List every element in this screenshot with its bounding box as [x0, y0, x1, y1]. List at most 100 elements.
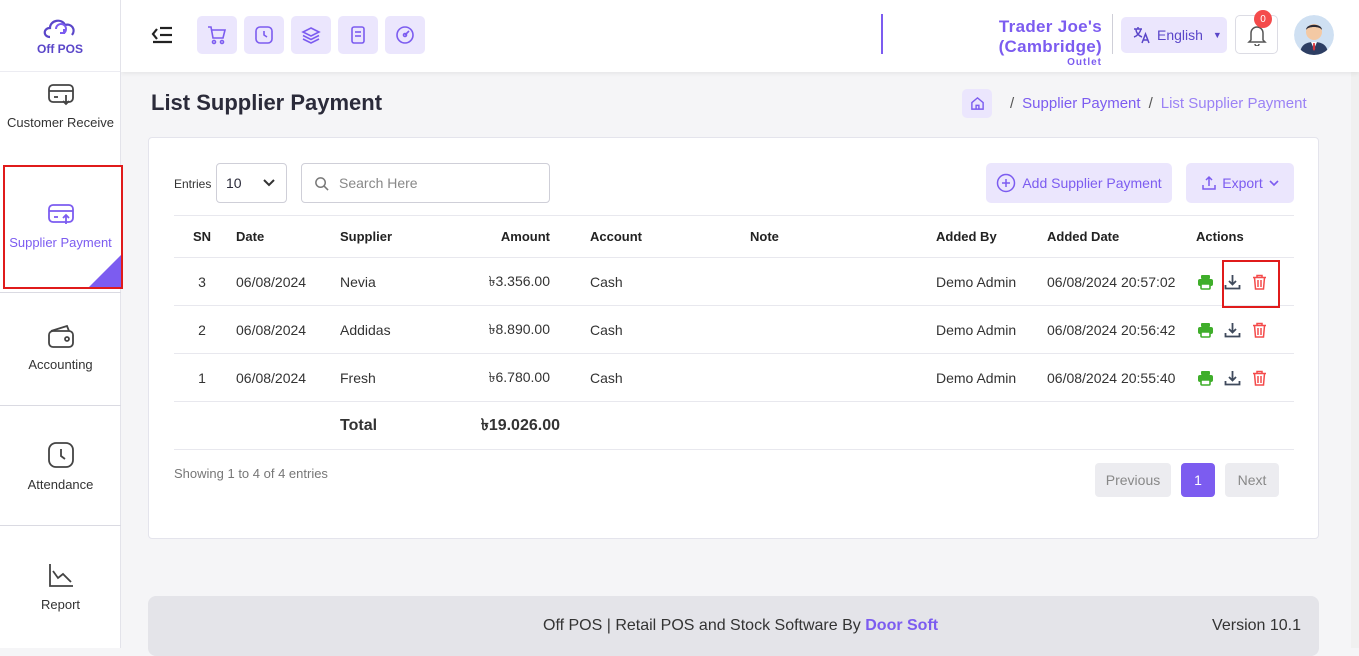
layers-icon: [301, 27, 321, 44]
cell-account: Cash: [560, 257, 720, 306]
user-avatar[interactable]: [1294, 15, 1334, 55]
top-header: Trader Joe's (Cambridge) Outlet English …: [121, 0, 1359, 72]
chevron-down-icon: ▼: [1212, 30, 1222, 40]
app-logo[interactable]: Off POS: [0, 0, 120, 72]
sidebar-item-attendance[interactable]: Attendance: [0, 441, 121, 492]
sidebar-item-label: Accounting: [28, 357, 93, 372]
cell-added-date: 06/08/2024 20:55:40: [1046, 353, 1196, 402]
cell-amount: ৳8.890.00: [450, 305, 560, 354]
outlet-selector[interactable]: Trader Joe's (Cambridge) Outlet: [881, 14, 1113, 68]
page-scrollbar[interactable]: [1351, 0, 1359, 648]
breadcrumb: / Supplier Payment / List Supplier Payme…: [962, 89, 1307, 118]
col-account: Account: [560, 215, 720, 258]
cell-sn: 2: [174, 305, 230, 354]
print-icon: [1197, 274, 1213, 290]
print-icon: [1197, 322, 1213, 338]
notification-badge: 0: [1254, 10, 1272, 28]
page-title: List Supplier Payment: [151, 90, 383, 115]
print-icon: [1197, 370, 1213, 386]
translate-icon: [1133, 27, 1150, 44]
delete-button[interactable]: [1250, 321, 1268, 339]
cell-amount: ৳6.780.00: [450, 353, 560, 402]
breadcrumb-supplier-payment[interactable]: Supplier Payment: [1022, 95, 1140, 112]
sidebar: Off POS Customer Receive Supplier Paymen…: [0, 0, 123, 648]
version-label: Version 10.1: [1212, 617, 1301, 634]
pagination: Previous 1 Next: [1095, 463, 1279, 497]
clock-icon: [255, 26, 273, 44]
logo-icon: [43, 19, 75, 39]
payment-icon: [47, 204, 74, 224]
cell-date: 06/08/2024: [230, 353, 340, 402]
search-icon: [315, 176, 329, 191]
dashboard-shortcut-button[interactable]: [385, 16, 425, 54]
previous-page-button[interactable]: Previous: [1095, 463, 1171, 497]
cell-added-date: 06/08/2024 20:57:02: [1046, 257, 1196, 306]
upload-icon: [1202, 175, 1217, 190]
trash-icon: [1252, 370, 1266, 386]
delete-button[interactable]: [1250, 369, 1268, 387]
print-button[interactable]: [1196, 369, 1214, 387]
sidebar-item-customer-receive[interactable]: Customer Receive: [0, 83, 121, 130]
next-page-button[interactable]: Next: [1225, 463, 1279, 497]
export-button[interactable]: Export: [1186, 163, 1294, 203]
add-button-label: Add Supplier Payment: [1022, 175, 1162, 191]
pos-cart-button[interactable]: [197, 16, 237, 54]
col-date: Date: [230, 215, 340, 258]
trash-icon: [1252, 322, 1266, 338]
search-input[interactable]: [339, 175, 529, 191]
cell-added-by: Demo Admin: [936, 305, 1046, 354]
cell-supplier: Addidas: [340, 305, 450, 354]
menu-collapse-icon[interactable]: [151, 25, 173, 50]
pagination-info: Showing 1 to 4 of 4 entries: [174, 466, 328, 481]
cell-added-by: Demo Admin: [936, 257, 1046, 306]
logo-text: Off POS: [36, 42, 83, 56]
cell-note: [720, 353, 936, 402]
attendance-shortcut-button[interactable]: [244, 16, 284, 54]
plus-circle-icon: [997, 173, 1016, 193]
col-added-date: Added Date: [1046, 215, 1196, 258]
table-header-row: SN Date Supplier Amount Account Note Add…: [174, 215, 1294, 258]
page-1-button[interactable]: 1: [1181, 463, 1215, 497]
footer-company-link[interactable]: Door Soft: [865, 617, 938, 634]
cell-account: Cash: [560, 305, 720, 354]
print-button[interactable]: [1196, 321, 1214, 339]
stock-shortcut-button[interactable]: [291, 16, 331, 54]
sidebar-item-label: Supplier Payment: [9, 235, 112, 250]
cell-supplier: Nevia: [340, 257, 450, 306]
cell-added-by: Demo Admin: [936, 353, 1046, 402]
total-label: Total: [340, 401, 450, 450]
entries-select[interactable]: 10: [216, 163, 287, 203]
print-button[interactable]: [1196, 273, 1214, 291]
sidebar-item-accounting[interactable]: Accounting: [0, 323, 121, 372]
table-row: 3 06/08/2024 Nevia ৳3.356.00 Cash Demo A…: [174, 257, 1294, 306]
cell-actions: [1196, 305, 1294, 354]
cart-icon: [208, 26, 227, 45]
cell-supplier: Fresh: [340, 353, 450, 402]
export-button-label: Export: [1222, 175, 1263, 191]
table-row: 1 06/08/2024 Fresh ৳6.780.00 Cash Demo A…: [174, 353, 1294, 402]
language-label: English: [1157, 27, 1203, 43]
wallet-icon: [47, 324, 74, 348]
sidebar-item-supplier-payment[interactable]: Supplier Payment: [0, 203, 121, 250]
total-row: Total ৳19.026.00: [174, 401, 1294, 450]
download-button[interactable]: [1223, 369, 1241, 387]
invoice-shortcut-button[interactable]: [338, 16, 378, 54]
download-button[interactable]: [1223, 321, 1241, 339]
supplier-payment-table: SN Date Supplier Amount Account Note Add…: [174, 215, 1294, 450]
download-highlight-box: [1222, 260, 1280, 308]
outlet-name: Trader Joe's (Cambridge): [998, 17, 1102, 56]
cell-actions: [1196, 353, 1294, 402]
sidebar-item-label: Attendance: [27, 477, 94, 492]
col-supplier: Supplier: [340, 215, 450, 258]
col-sn: SN: [174, 215, 230, 258]
footer-text: Off POS | Retail POS and Stock Software …: [543, 617, 939, 634]
breadcrumb-home[interactable]: [962, 89, 992, 118]
language-select[interactable]: English ▼: [1121, 17, 1227, 53]
dashboard-icon: [396, 26, 414, 44]
download-icon: [1224, 370, 1240, 385]
download-icon: [1224, 322, 1240, 337]
cell-sn: 1: [174, 353, 230, 402]
cell-added-date: 06/08/2024 20:56:42: [1046, 305, 1196, 354]
add-supplier-payment-button[interactable]: Add Supplier Payment: [986, 163, 1172, 203]
sidebar-item-report[interactable]: Report: [0, 561, 121, 612]
